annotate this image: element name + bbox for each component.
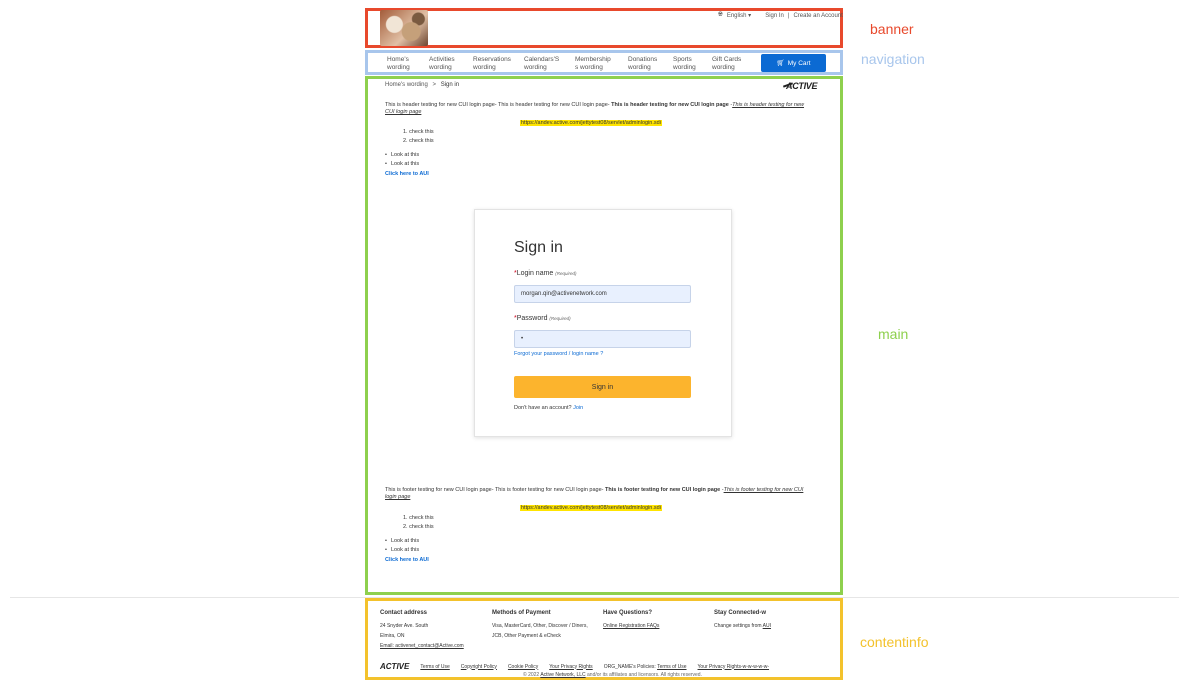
nav-item-reservations[interactable]: Reservations wording: [473, 56, 511, 71]
header-ol-item-1: 1. check this: [403, 129, 434, 135]
contact-email-link[interactable]: Email: activenet_contact@Active.com: [380, 643, 464, 649]
org-policies: ORG_NAME's Policies: Terms of Use: [603, 663, 687, 670]
header-ul-item-2: Look at this: [385, 161, 419, 167]
aui-settings-link[interactable]: AUI: [763, 623, 771, 629]
navigation-label: navigation: [861, 51, 925, 67]
header-ol-item-2: 2. check this: [403, 138, 434, 144]
main-label: main: [878, 326, 909, 342]
connected-heading: Stay Connected-w: [714, 610, 767, 616]
cart-icon: 🛒︎: [776, 60, 785, 67]
copyright-text: © 2022 Active Network, LLC and/or its af…: [523, 672, 702, 678]
connected-block: Change settings from AUI: [714, 623, 771, 629]
footer-ul-item-2: Look at this: [385, 547, 419, 553]
login-name-input[interactable]: morgan.qin@activenetwork.com: [514, 285, 691, 303]
copyright-policy-link[interactable]: Copyright Policy: [461, 664, 497, 670]
breadcrumb-current: Sign in: [440, 82, 460, 88]
forgot-password-link[interactable]: Forgot your password / login name ?: [514, 351, 603, 357]
contact-address: 24 Snyder Ave. South Elmira, ON Email: a…: [380, 623, 464, 649]
sign-in-button[interactable]: Sign in: [514, 376, 691, 398]
footer-aui-link[interactable]: Click here to AUI: [385, 557, 429, 563]
nav-item-home[interactable]: Home's wording: [387, 56, 410, 71]
faq-link[interactable]: Online Registration FAQs: [603, 623, 659, 629]
footer-ol-item-2: 2. check this: [403, 524, 434, 530]
header-url: https://andev.active.com/jettytest08/ser…: [520, 120, 662, 126]
header-text: This is header testing for new CUI login…: [385, 102, 805, 115]
language-select[interactable]: English ▾: [727, 12, 751, 19]
footer-links: ACTIVE Terms of Use Copyright Policy Coo…: [380, 662, 769, 671]
create-account-link[interactable]: Create an Account: [793, 13, 842, 19]
payment-heading: Methods of Payment: [492, 610, 551, 616]
sign-in-card: [474, 209, 732, 437]
questions-heading: Have Questions?: [603, 610, 653, 616]
contentinfo-label: contentinfo: [860, 634, 929, 650]
sign-in-title: Sign in: [514, 239, 563, 256]
no-account-text: Don't have an account? Join: [514, 405, 584, 411]
login-name-label: *Login name (Required): [514, 270, 577, 277]
footer-active-logo: ACTIVE: [380, 662, 410, 671]
org-terms-link[interactable]: Terms of Use: [657, 664, 686, 670]
footer-ol-item-1: 1. check this: [403, 515, 434, 521]
nav-item-activities[interactable]: Activities wording: [429, 56, 455, 71]
nav-item-calendars[interactable]: Calendars'S wording: [524, 56, 559, 71]
cookie-policy-link[interactable]: Cookie Policy: [508, 664, 538, 670]
header-ul-item-1: Look at this: [385, 152, 419, 158]
nav-item-donations[interactable]: Donations wording: [628, 56, 657, 71]
footer-ul-item-1: Look at this: [385, 538, 419, 544]
footer-text: This is footer testing for new CUI login…: [385, 487, 804, 500]
terms-link[interactable]: Terms of Use: [420, 664, 449, 670]
password-label: *Password (Required): [514, 315, 571, 322]
nav-item-memberships[interactable]: Membership s wording: [575, 56, 611, 71]
org-privacy-link[interactable]: Your Privacy Rights-w-w-w-w-w-: [698, 664, 770, 670]
sign-in-link[interactable]: Sign In: [765, 13, 784, 19]
join-link[interactable]: Join: [573, 405, 583, 411]
payment-methods: Visa, MasterCard, Other, Discover / Dine…: [492, 623, 588, 639]
breadcrumb: Home's wording > Sign in: [385, 82, 460, 88]
banner-label: banner: [870, 21, 914, 37]
privacy-rights-link[interactable]: Your Privacy Rights: [549, 664, 592, 670]
nav-item-gift-cards[interactable]: Gift Cards wording: [712, 56, 741, 71]
active-logo: ACTIVE: [786, 81, 818, 91]
active-network-link[interactable]: Active Network, LLC: [540, 672, 585, 678]
divider: [10, 597, 1179, 598]
my-cart-button[interactable]: 🛒︎ My Cart: [761, 54, 826, 72]
breadcrumb-home[interactable]: Home's wording: [385, 82, 428, 88]
footer-url: https://andev.active.com/jettytest08/ser…: [520, 505, 662, 511]
questions-block: Online Registration FAQs: [603, 621, 659, 631]
header-aui-link[interactable]: Click here to AUI: [385, 171, 429, 177]
nav-item-sports[interactable]: Sports wording: [673, 56, 696, 71]
globe-icon: 🌐︎: [718, 12, 723, 18]
site-logo[interactable]: [380, 10, 428, 46]
top-links: 🌐︎ English ▾ Sign In | Create an Account: [718, 12, 843, 19]
contact-heading: Contact address: [380, 610, 428, 616]
password-input[interactable]: •: [514, 330, 691, 348]
separator: |: [787, 12, 790, 19]
